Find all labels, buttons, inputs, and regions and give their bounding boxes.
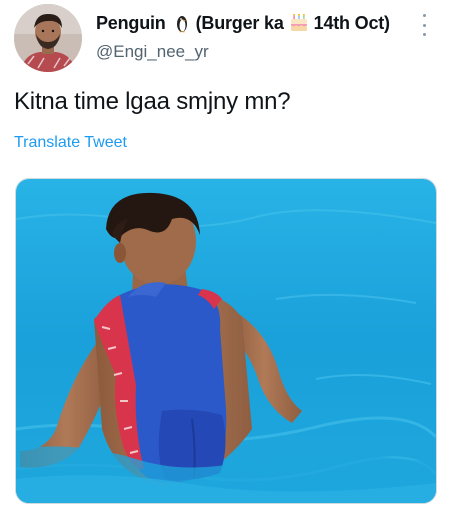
birthday-cake-emoji-icon [289, 13, 309, 33]
display-name-part: Penguin [96, 12, 166, 33]
user-handle[interactable]: @Engi_nee_yr [96, 42, 209, 62]
penguin-emoji-icon [172, 13, 192, 33]
translate-tweet-link[interactable]: Translate Tweet [14, 134, 127, 152]
display-name-part: (Burger ka [195, 12, 284, 33]
tweet-card: Penguin (Burger ka 14th Oct) @Engi_nee_y… [0, 0, 450, 510]
tweet-media-image[interactable] [15, 178, 437, 504]
display-name[interactable]: Penguin (Burger ka 14th Oct) [96, 11, 390, 35]
tweet-text: Kitna time lgaa smjny mn? [14, 88, 291, 115]
avatar[interactable] [14, 4, 82, 72]
display-name-part: 14th Oct) [313, 12, 390, 33]
more-options-icon[interactable] [420, 14, 428, 36]
